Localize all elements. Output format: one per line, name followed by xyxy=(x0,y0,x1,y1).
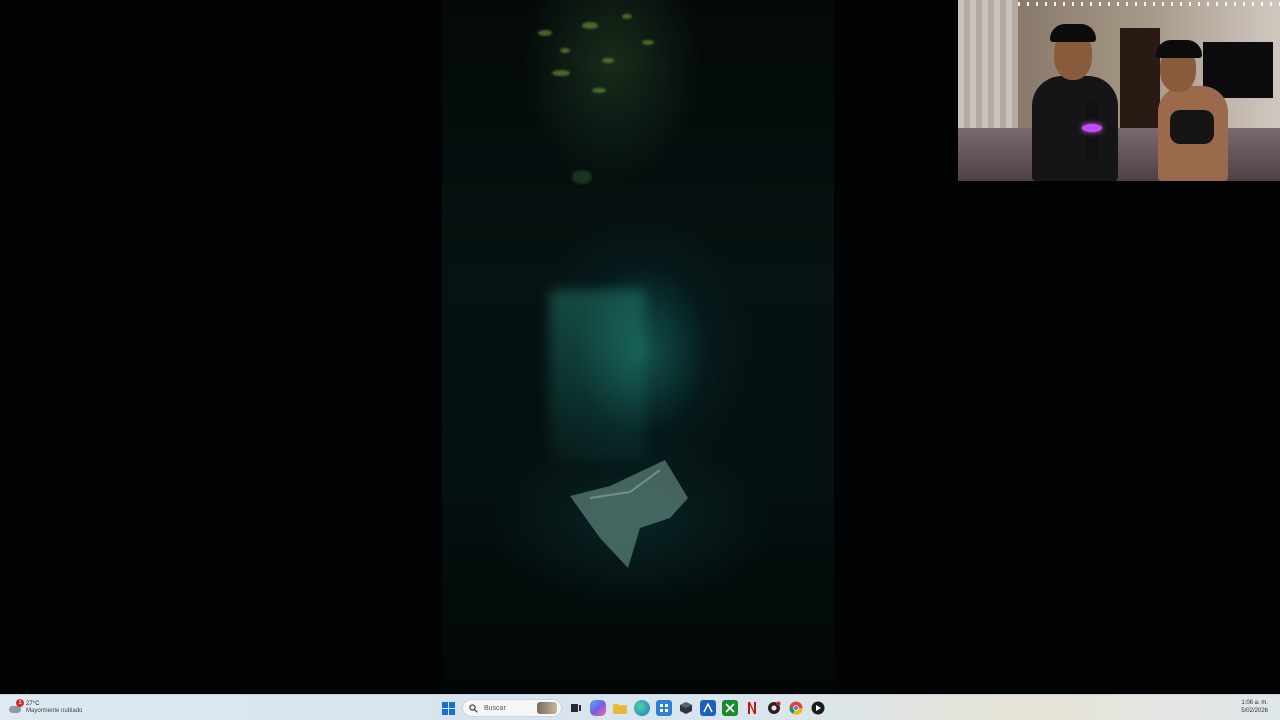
cam-string-lights xyxy=(1018,2,1280,6)
caustic-light xyxy=(582,22,598,29)
caustic-light xyxy=(642,40,654,45)
cam-door xyxy=(1120,28,1160,138)
caustic-light xyxy=(602,58,614,63)
cube-icon[interactable] xyxy=(678,700,694,716)
weather-badge: 1 xyxy=(16,699,24,707)
streamer-1-body xyxy=(1032,76,1118,181)
search-input[interactable]: Buscar xyxy=(462,699,562,717)
system-clock[interactable]: 1:06 a. m. 5/02/2026 xyxy=(1241,699,1268,715)
play-icon[interactable] xyxy=(810,700,826,716)
weather-condition: Mayormente nublado xyxy=(26,708,83,714)
windows-icon[interactable] xyxy=(440,700,456,716)
taskbar-apps: Buscar xyxy=(440,695,826,720)
weather-temperature: 27°C xyxy=(26,701,40,707)
xbox-icon[interactable] xyxy=(722,700,738,716)
caustic-light xyxy=(560,48,570,53)
weather-widget[interactable]: 1 27°C Mayormente nublado xyxy=(8,698,82,718)
caustic-light xyxy=(592,88,606,93)
task-view-icon[interactable] xyxy=(568,700,584,716)
microphone-light xyxy=(1082,124,1102,132)
light-shaft xyxy=(550,290,645,460)
folder-icon[interactable] xyxy=(612,700,628,716)
cam-bed xyxy=(958,128,1280,181)
record-icon[interactable] xyxy=(766,700,782,716)
search-icon xyxy=(469,703,478,713)
cam-curtain xyxy=(958,0,1018,130)
chrome-icon[interactable] xyxy=(788,700,804,716)
caustic-light xyxy=(622,14,632,19)
manta-ray xyxy=(570,460,688,568)
caustic-light xyxy=(572,170,592,184)
store-icon[interactable] xyxy=(656,700,672,716)
taskbar: 1 27°C Mayormente nublado Buscar 1:06 a.… xyxy=(0,694,1280,720)
clock-time: 1:06 a. m. xyxy=(1241,700,1268,706)
edge-icon[interactable] xyxy=(634,700,650,716)
webcam-overlay xyxy=(958,0,1280,181)
desktop-screen: 1 27°C Mayormente nublado Buscar 1:06 a.… xyxy=(0,0,1280,720)
caustic-light xyxy=(552,70,570,76)
search-highlight-image xyxy=(537,702,557,714)
game-viewport[interactable] xyxy=(442,0,834,694)
streamer-2-cap xyxy=(1156,40,1202,58)
search-placeholder: Buscar xyxy=(484,704,506,712)
app-icon[interactable] xyxy=(700,700,716,716)
netflix-icon[interactable] xyxy=(744,700,760,716)
copilot-icon[interactable] xyxy=(590,700,606,716)
weather-text: 27°C Mayormente nublado xyxy=(26,701,82,715)
streamer-1-cap xyxy=(1050,24,1096,42)
caustic-light xyxy=(538,30,552,36)
clock-date: 5/02/2026 xyxy=(1241,708,1268,714)
streamer-2-top xyxy=(1170,110,1214,144)
cloud-icon: 1 xyxy=(8,699,24,714)
